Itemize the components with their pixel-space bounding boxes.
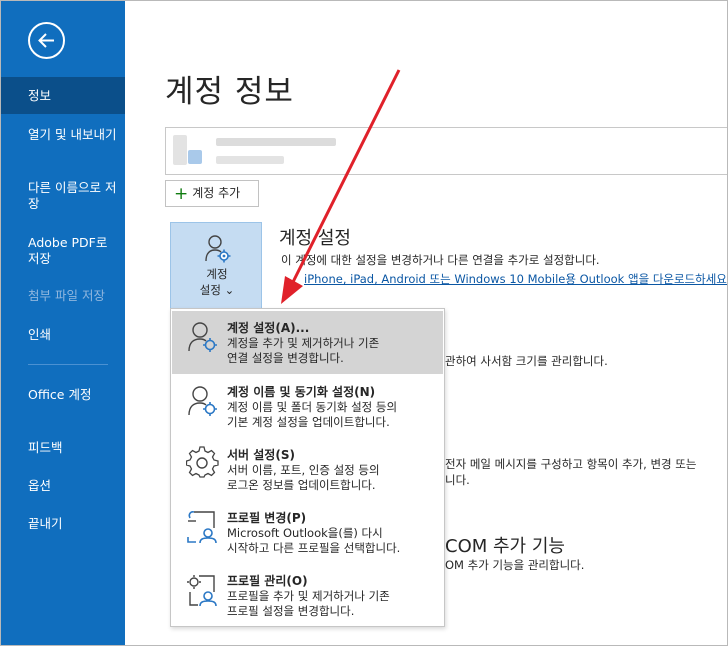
nav-print[interactable]: 인쇄 xyxy=(0,327,125,343)
menu-item-title: 계정 설정(A)... xyxy=(227,321,310,335)
backstage-sidebar: 정보 열기 및 내보내기 다른 이름으로 저장 Adobe PDF로 저장 첨부… xyxy=(0,0,125,646)
menu-item-change-profile[interactable]: 프로필 변경(P) Microsoft Outlook을(를) 다시 시작하고 다… xyxy=(172,501,443,564)
account-settings-description: 이 계정에 대한 설정을 변경하거나 다른 연결을 추가로 설정합니다. xyxy=(281,253,600,267)
menu-item-description: 계정 이름 및 폴더 동기화 설정 등의 기본 계정 설정을 업데이트합니다. xyxy=(227,400,398,429)
bullet-icon xyxy=(285,278,289,282)
menu-item-server-settings[interactable]: 서버 설정(S) 서버 이름, 포트, 인증 설정 등의 로그온 정보를 업데이트… xyxy=(172,438,443,501)
back-button[interactable] xyxy=(28,22,65,59)
account-type-icon-blurred xyxy=(188,150,202,164)
change-profile-icon xyxy=(187,511,217,543)
account-name-blurred xyxy=(216,138,336,146)
back-arrow-icon xyxy=(38,33,54,48)
account-settings-heading: 계정 설정 xyxy=(279,228,351,249)
add-account-button[interactable]: + 계정 추가 xyxy=(165,180,259,207)
nav-save-attachments: 첨부 파일 저장 xyxy=(28,288,105,303)
menu-item-title: 서버 설정(S) xyxy=(227,448,295,462)
menu-item-description: 계정을 추가 및 제거하거나 기존 연결 설정을 변경합니다. xyxy=(227,336,380,365)
menu-item-manage-profiles[interactable]: 프로필 관리(O) 프로필을 추가 및 제거하거나 기존 프로필 설정을 변경합니… xyxy=(172,564,443,627)
rules-description-partial-2: 니다. xyxy=(445,473,470,487)
account-selector[interactable] xyxy=(165,127,728,175)
nav-divider xyxy=(28,364,108,365)
account-sync-icon xyxy=(188,386,217,416)
account-settings-menu: 계정 설정(A)... 계정을 추가 및 제거하거나 기존 연결 설정을 변경합니… xyxy=(170,308,445,627)
nav-info[interactable]: 정보 xyxy=(0,77,125,114)
com-addins-description-partial: OM 추가 기능을 관리합니다. xyxy=(445,558,585,572)
rules-description-partial: 전자 메일 메시지를 구성하고 항목이 추가, 변경 또는 xyxy=(445,457,697,471)
nav-options[interactable]: 옵션 xyxy=(0,478,125,494)
plus-icon: + xyxy=(174,184,189,204)
menu-item-description: Microsoft Outlook을(를) 다시 시작하고 다른 프로필을 선택합… xyxy=(227,526,401,555)
menu-item-description: 서버 이름, 포트, 인증 설정 등의 로그온 정보를 업데이트합니다. xyxy=(227,463,380,492)
nav-save-adobe-pdf[interactable]: Adobe PDF로 저장 xyxy=(0,235,125,267)
nav-exit[interactable]: 끝내기 xyxy=(0,516,125,532)
account-type-blurred xyxy=(216,156,284,164)
menu-item-description: 프로필을 추가 및 제거하거나 기존 프로필 설정을 변경합니다. xyxy=(227,589,390,618)
page-title: 계정 정보 xyxy=(165,74,294,110)
account-settings-icon xyxy=(188,322,217,352)
menu-item-title: 프로필 변경(P) xyxy=(227,511,307,525)
manage-profile-icon xyxy=(187,575,217,606)
nav-save-as[interactable]: 다른 이름으로 저장 xyxy=(0,180,125,212)
gear-icon xyxy=(186,446,219,478)
menu-item-account-name-sync[interactable]: 계정 이름 및 동기화 설정(N) 계정 이름 및 폴더 동기화 설정 등의 기본… xyxy=(172,375,443,438)
add-account-label: 계정 추가 xyxy=(192,186,241,200)
account-avatar-blurred xyxy=(173,135,187,165)
menu-item-title: 계정 이름 및 동기화 설정(N) xyxy=(227,385,376,399)
nav-open-export[interactable]: 열기 및 내보내기 xyxy=(0,127,125,143)
menu-item-account-settings[interactable]: 계정 설정(A)... 계정을 추가 및 제거하거나 기존 연결 설정을 변경합니… xyxy=(172,311,443,374)
nav-office-account[interactable]: Office 계정 xyxy=(0,387,125,403)
account-settings-icon xyxy=(205,235,231,263)
menu-item-title: 프로필 관리(O) xyxy=(227,574,308,588)
account-settings-dropdown-button[interactable]: 계정 설정 ⌄ xyxy=(170,222,262,309)
account-settings-tile-label: 계정 설정 ⌄ xyxy=(199,267,235,297)
mailbox-description-partial: 관하여 사서함 크기를 관리합니다. xyxy=(445,354,608,368)
nav-feedback[interactable]: 피드백 xyxy=(0,440,125,456)
mobile-app-link[interactable]: iPhone, iPad, Android 또는 Windows 10 Mobi… xyxy=(304,271,728,287)
com-addins-heading-partial: COM 추가 기능 xyxy=(445,536,565,557)
